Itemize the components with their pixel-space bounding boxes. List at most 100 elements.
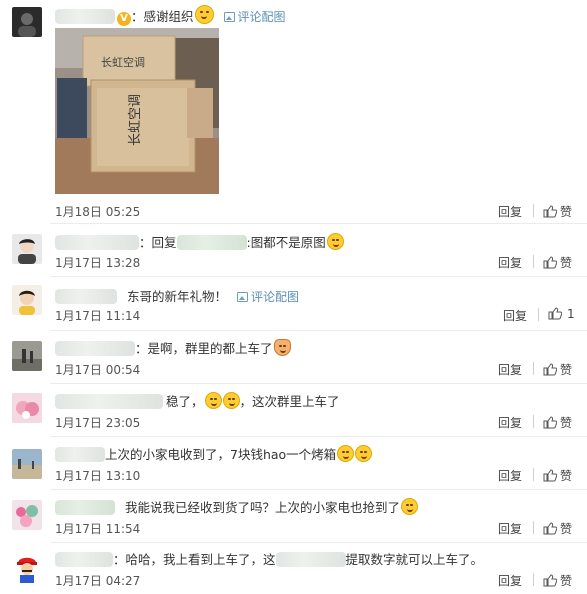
comment-item: V ：感谢组织 评论配图 长虹空调 长虹空调 1月18日 05:25 回复 赞 [0, 0, 587, 224]
reply-button[interactable]: 回复 [503, 307, 527, 324]
reply-button[interactable]: 回复 [498, 572, 522, 589]
like-label: 赞 [560, 574, 573, 588]
grin-emoji-icon [204, 392, 222, 409]
reply-button[interactable]: 回复 [498, 414, 522, 431]
like-button[interactable]: 1 [548, 307, 575, 321]
comment-time: 1月17日 23:05 [55, 416, 141, 430]
reply-button[interactable]: 回复 [498, 254, 522, 271]
username[interactable] [55, 552, 113, 567]
avatar[interactable] [12, 7, 42, 37]
avatar[interactable] [12, 341, 42, 371]
comment-text: ：感谢组织 [131, 9, 194, 24]
comment-item: ：哈哈，我上看到上车了，这 提取数字就可以上车了。 1月17日 04:27 回复 … [0, 543, 587, 594]
sob-emoji-icon [337, 445, 355, 462]
comment-time: 1月17日 04:27 [55, 574, 141, 588]
sob-emoji-icon [355, 445, 373, 462]
thumbs-up-icon [548, 307, 562, 320]
comment-line: 上次的小家电收到了，7块钱hao一个烤箱 [55, 444, 373, 463]
thumbs-up-icon [543, 205, 557, 218]
comment-item: 东哥的新年礼物！ 评论配图 1月17日 11:14 回复 1 [0, 277, 587, 331]
like-label: 赞 [560, 363, 573, 377]
smile-emoji-icon [194, 5, 214, 24]
like-label: 赞 [560, 469, 573, 483]
thumbs-up-icon [543, 522, 557, 535]
like-button[interactable]: 赞 [543, 361, 572, 378]
comment-picture-link[interactable]: 评论配图 [236, 290, 299, 304]
redacted-text [275, 552, 346, 567]
comment-time: 1月17日 00:54 [55, 363, 141, 377]
reply-button[interactable]: 回复 [498, 520, 522, 537]
comment-item: 上次的小家电收到了，7块钱hao一个烤箱 1月17日 13:10 回复 赞 [0, 437, 587, 490]
like-count: 1 [567, 307, 575, 321]
comment-text: 上次的小家电收到了，7块钱hao一个烤箱 [105, 447, 337, 462]
divider [533, 204, 534, 217]
comment-photo[interactable]: 长虹空调 长虹空调 [55, 28, 219, 194]
avatar[interactable] [12, 553, 42, 583]
comment-text: 稳了， [166, 394, 204, 409]
thumbs-up-icon [543, 256, 557, 269]
avatar[interactable] [12, 234, 42, 264]
divider [538, 308, 539, 321]
divider [533, 573, 534, 586]
picture-icon [223, 12, 235, 22]
username[interactable] [55, 394, 163, 409]
reply-button[interactable]: 回复 [498, 203, 522, 220]
avatar[interactable] [12, 393, 42, 423]
thumbs-up-icon [543, 574, 557, 587]
comment-text: :图都不是原图 [246, 235, 326, 250]
comment-text: 我能说我已经收到货了吗？上次的小家电也抢到了 [124, 500, 400, 515]
reply-target-username[interactable] [176, 235, 247, 250]
username[interactable] [55, 500, 115, 515]
like-button[interactable]: 赞 [543, 203, 572, 220]
verified-badge-icon: V [117, 12, 131, 26]
avatar[interactable] [12, 500, 42, 530]
box-label: 长虹空调 [101, 55, 145, 69]
reply-button[interactable]: 回复 [498, 361, 522, 378]
like-button[interactable]: 赞 [543, 520, 572, 537]
comment-line: 稳了， ，这次群里上车了 [55, 391, 340, 410]
box-label: 长虹空调 [128, 94, 143, 146]
comment-line: 东哥的新年礼物！ 评论配图 [55, 286, 299, 305]
comment-time: 1月17日 11:54 [55, 522, 141, 536]
comment-text: 东哥的新年礼物！ [126, 289, 227, 304]
thumbs-up-icon [543, 363, 557, 376]
comment-picture-link[interactable]: 评论配图 [223, 10, 286, 24]
comment-prefix: ：回复 [139, 235, 177, 250]
like-label: 赞 [560, 416, 573, 430]
like-button[interactable]: 赞 [543, 467, 572, 484]
divider [533, 521, 534, 534]
avatar[interactable] [12, 449, 42, 479]
comment-text: ，这次群里上车了 [239, 394, 340, 409]
comment-text: 提取数字就可以上车了。 [345, 552, 484, 567]
comment-time: 1月17日 13:28 [55, 256, 141, 270]
comment-line: V ：感谢组织 评论配图 [55, 5, 286, 26]
comment-line: 我能说我已经收到货了吗？上次的小家电也抢到了 [55, 497, 418, 516]
avatar[interactable] [12, 285, 42, 315]
picture-icon [236, 292, 248, 302]
comment-time: 1月17日 11:14 [55, 309, 141, 323]
username[interactable] [55, 9, 115, 24]
divider [533, 415, 534, 428]
like-label: 赞 [560, 522, 573, 536]
comment-time: 1月17日 13:10 [55, 469, 141, 483]
comment-time: 1月18日 05:25 [55, 205, 141, 219]
username[interactable] [55, 289, 117, 304]
thumbs-up-icon [543, 469, 557, 482]
username[interactable] [55, 447, 105, 462]
comment-item: 我能说我已经收到货了吗？上次的小家电也抢到了 1月17日 11:54 回复 赞 [0, 490, 587, 543]
like-button[interactable]: 赞 [543, 572, 572, 589]
like-button[interactable]: 赞 [543, 414, 572, 431]
comment-item: ：是啊，群里的都上车了 1月17日 00:54 回复 赞 [0, 331, 587, 384]
divider [533, 468, 534, 481]
comment-text: ：哈哈，我上看到上车了，这 [113, 552, 276, 567]
like-label: 赞 [560, 256, 573, 270]
laugh-emoji-icon [326, 233, 344, 250]
like-button[interactable]: 赞 [543, 254, 572, 271]
comment-line: ：回复 :图都不是原图 [55, 232, 344, 251]
reply-button[interactable]: 回复 [498, 467, 522, 484]
comment-text: ：是啊，群里的都上车了 [135, 341, 273, 356]
divider [533, 255, 534, 268]
comment-item: 稳了， ，这次群里上车了 1月17日 23:05 回复 赞 [0, 384, 587, 437]
username[interactable] [55, 235, 139, 250]
username[interactable] [55, 341, 135, 356]
